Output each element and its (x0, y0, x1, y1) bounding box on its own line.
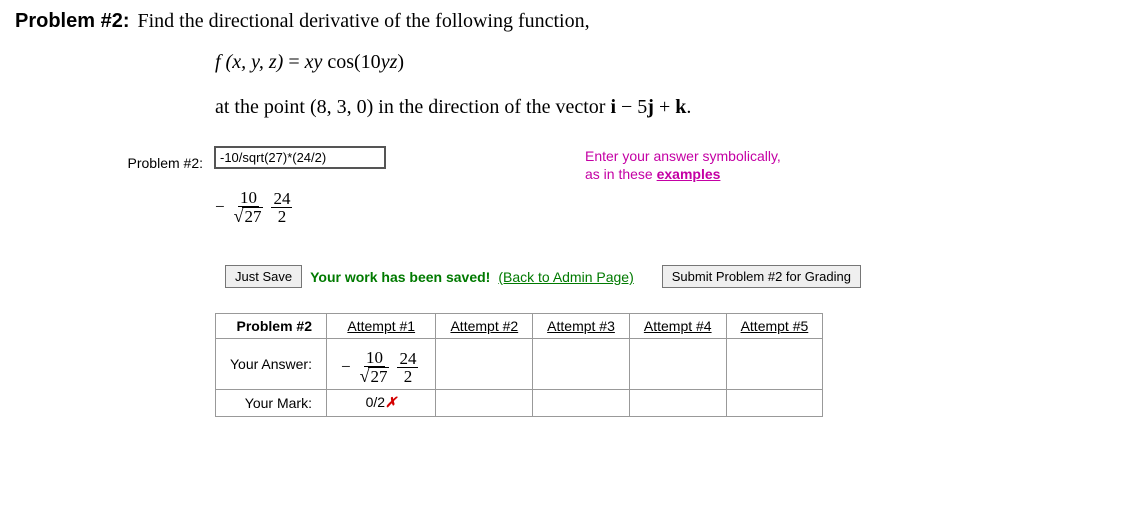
func-cos10: cos(10 (322, 51, 380, 73)
answer-row: Problem #2: Enter your answer symbolical… (15, 147, 1116, 225)
problem-header: Problem #2: Find the directional derivat… (15, 10, 1116, 33)
your-mark-label: Your Mark: (216, 390, 327, 417)
attempt-4-header: Attempt #4 (629, 314, 726, 339)
problem-instruction: Find the directional derivative of the f… (137, 10, 589, 33)
attempt-2-link[interactable]: Attempt #2 (450, 318, 518, 334)
your-mark-row: Your Mark: 0/2✗ (216, 390, 823, 417)
answer-hint: Enter your answer symbolically, as in th… (585, 147, 781, 183)
func-lhs: f (x, y, z) (215, 51, 283, 73)
attempt-3-link[interactable]: Attempt #3 (547, 318, 615, 334)
a1-frac1: 10 √27 (358, 349, 392, 385)
action-row: Just Save Your work has been saved! (Bac… (225, 265, 1116, 288)
a1-f1-num: 10 (364, 349, 385, 367)
your-answer-row: Your Answer: − 10 √27 24 2 (216, 339, 823, 390)
point-text: at the point (8, 3, 0) in the direction … (215, 96, 610, 118)
attempt-4-answer (629, 339, 726, 390)
parsed-sign: − (215, 197, 225, 217)
attempt-5-link[interactable]: Attempt #5 (741, 318, 809, 334)
attempt-3-header: Attempt #3 (533, 314, 630, 339)
a1-sign: − (341, 357, 351, 377)
mark-score: 0/2 (366, 394, 385, 410)
attempt-4-link[interactable]: Attempt #4 (644, 318, 712, 334)
your-answer-label: Your Answer: (216, 339, 327, 390)
side-label: Problem #2: (15, 147, 215, 171)
a1-f2-den: 2 (402, 368, 415, 385)
vec-mid: − 5 (616, 96, 647, 118)
admin-link[interactable]: (Back to Admin Page) (498, 269, 633, 285)
attempts-header-row: Problem #2 Attempt #1 Attempt #2 Attempt… (216, 314, 823, 339)
attempt-3-mark (533, 390, 630, 417)
attempts-h0: Problem #2 (216, 314, 327, 339)
attempt-3-answer (533, 339, 630, 390)
func-xy: xy (305, 51, 323, 73)
attempt-5-answer (726, 339, 823, 390)
vec-plus: + (654, 96, 675, 118)
func-eq: = (283, 51, 304, 73)
parsed-f1-den: √27 (232, 207, 266, 225)
parsed-frac2: 24 2 (271, 190, 292, 225)
vec-dot: . (686, 96, 691, 118)
func-close: ) (397, 51, 404, 73)
problem-number: Problem #2: (15, 10, 129, 33)
point-direction: at the point (8, 3, 0) in the direction … (215, 96, 1116, 119)
attempts-table: Problem #2 Attempt #1 Attempt #2 Attempt… (215, 313, 823, 417)
examples-link[interactable]: examples (657, 166, 721, 182)
hint-line1: Enter your answer symbolically, (585, 148, 781, 164)
a1-f2-num: 24 (397, 350, 418, 368)
parsed-f2-num: 24 (271, 190, 292, 208)
function-definition: f (x, y, z) = xy cos(10yz) (215, 51, 1116, 74)
vec-k: k (675, 96, 686, 118)
attempt-2-answer (436, 339, 533, 390)
wrong-icon: ✗ (385, 396, 397, 411)
answer-input[interactable] (215, 147, 385, 168)
attempt-2-header: Attempt #2 (436, 314, 533, 339)
parsed-f2-den: 2 (276, 208, 289, 225)
parsed-frac1: 10 √27 (232, 189, 266, 225)
submit-button[interactable]: Submit Problem #2 for Grading (662, 265, 861, 288)
vec-j: j (647, 96, 654, 118)
attempt-1-header: Attempt #1 (326, 314, 435, 339)
attempt-1-math: − 10 √27 24 2 (341, 349, 421, 385)
attempt-5-header: Attempt #5 (726, 314, 823, 339)
func-yz: yz (381, 51, 398, 73)
parsed-f1-radicand: 27 (242, 207, 263, 225)
attempt-1-link[interactable]: Attempt #1 (347, 318, 415, 334)
parsed-answer: − 10 √27 24 2 (215, 189, 781, 225)
hint-line2a: as in these (585, 166, 657, 182)
a1-frac2: 24 2 (397, 350, 418, 385)
a1-f1-radicand: 27 (368, 367, 389, 385)
attempt-4-mark (629, 390, 726, 417)
answer-block: Enter your answer symbolically, as in th… (215, 147, 781, 225)
attempt-1-answer: − 10 √27 24 2 (326, 339, 435, 390)
a1-f1-den: √27 (358, 367, 392, 385)
just-save-button[interactable]: Just Save (225, 265, 302, 288)
attempt-2-mark (436, 390, 533, 417)
attempt-5-mark (726, 390, 823, 417)
attempt-1-mark: 0/2✗ (326, 390, 435, 417)
saved-message: Your work has been saved! (310, 269, 490, 285)
parsed-f1-num: 10 (238, 189, 259, 207)
